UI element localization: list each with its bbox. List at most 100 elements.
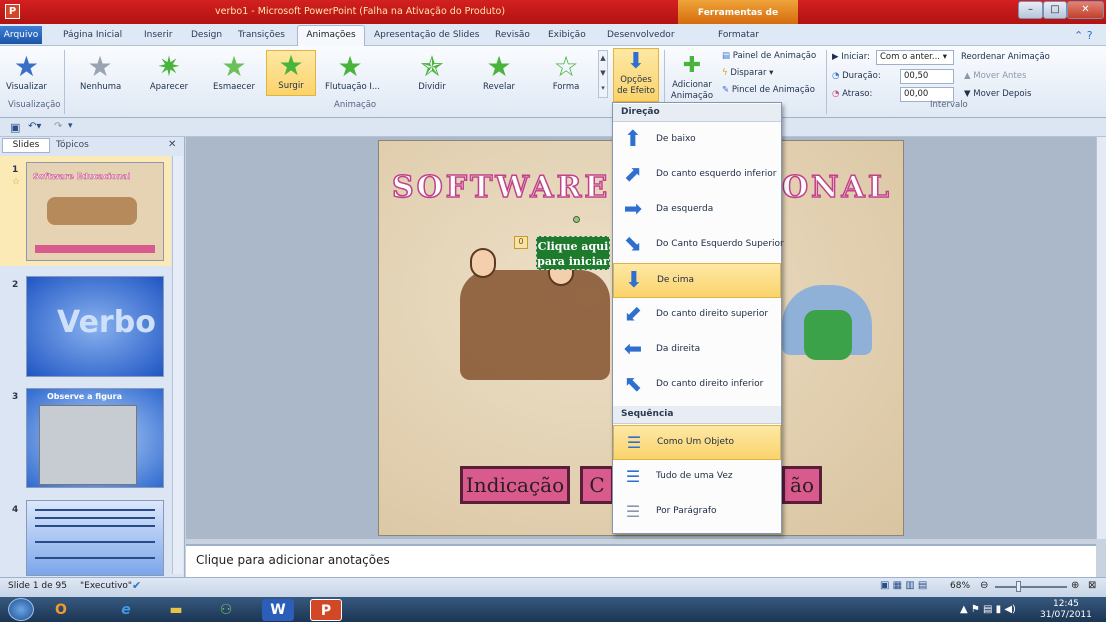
tab-arquivo[interactable]: Arquivo [0, 26, 42, 44]
gallery-scroll[interactable]: ▲ ▼ ▾ [598, 50, 608, 98]
sign-objetivo-partial[interactable]: C [580, 466, 614, 504]
tab-slides[interactable]: Slides [2, 138, 50, 153]
close-button[interactable]: ✕ [1067, 1, 1104, 19]
theme-name[interactable]: "Executivo" [80, 581, 132, 591]
direction-de-baixo[interactable]: ⬆ De baixo [613, 123, 781, 158]
internet-explorer-taskbar-icon[interactable]: e [110, 599, 142, 621]
slide-vertical-scrollbar[interactable] [1096, 137, 1106, 539]
effect-options-button[interactable]: ⬇ Opções de Efeito [613, 48, 659, 102]
thumbnail-slide-1[interactable]: Software Educacional [26, 162, 164, 261]
word-verb-figure[interactable] [460, 270, 610, 380]
animation-painter-button[interactable]: ✎ Pincel de Animação [722, 85, 815, 95]
spellcheck-icon[interactable]: ✔ [132, 579, 141, 592]
tab-inserir[interactable]: Inserir [144, 30, 173, 40]
anim-revelar[interactable]: ★ Revelar [481, 50, 517, 93]
anim-dividir[interactable]: ✯ Dividir [414, 52, 450, 93]
sign-indicacao[interactable]: Indicação [460, 466, 570, 504]
thumb-number: 2 [12, 280, 19, 290]
direction-da-esquerda[interactable]: ➡ Da esquerda [613, 193, 781, 228]
star-green-icon: ★ [486, 50, 512, 83]
direction-canto-esquerdo-superior[interactable]: ⬊ Do Canto Esquerdo Superior [613, 228, 784, 263]
thumbnail-slide-2[interactable]: Verbo [26, 276, 164, 377]
slide-title-left[interactable]: SOFTWARE [391, 169, 610, 206]
word-taskbar-icon[interactable]: W [262, 599, 294, 621]
save-icon[interactable]: ▣ [10, 121, 20, 134]
start-orb-icon[interactable] [8, 598, 34, 621]
anim-nenhuma[interactable]: ★ Nenhuma [80, 52, 121, 93]
maximize-button[interactable]: □ [1043, 1, 1067, 19]
start-button-shape[interactable]: Clique aqui para iniciar [536, 236, 610, 270]
anim-forma[interactable]: ☆ Forma [548, 52, 584, 93]
zoom-slider[interactable] [995, 586, 1067, 588]
direction-canto-esquerdo-inferior[interactable]: ⬈ Do canto esquerdo inferior [613, 158, 781, 193]
tab-formatar[interactable]: Formatar [718, 30, 759, 40]
sequence-como-um-objeto-selected[interactable]: ☰ Como Um Objeto [613, 425, 781, 460]
undo-icon[interactable]: ↶▾ [28, 121, 41, 132]
thumb-figure [47, 197, 137, 225]
animation-order-tag[interactable]: 0 [514, 236, 528, 249]
thumbnail-slide-4[interactable] [26, 500, 164, 576]
view-buttons-icon[interactable]: ▣ ▦ ▥ ▤ [880, 580, 927, 591]
duration-label: ◔ Duração: [832, 71, 881, 81]
trigger-button[interactable]: ϟ Disparar ▾ [722, 68, 773, 78]
redo-icon[interactable]: ↷ [54, 121, 62, 132]
tab-pagina-inicial[interactable]: Página Inicial [63, 30, 122, 40]
move-earlier-button[interactable]: ▲ Mover Antes [964, 71, 1026, 81]
tab-revisao[interactable]: Revisão [495, 30, 530, 40]
thumbnail-slide-3[interactable]: Observe a figura [26, 388, 164, 488]
customize-qat-icon[interactable]: ▾ [68, 121, 73, 131]
tab-outline[interactable]: Tópicos [56, 140, 89, 150]
anim-surgir-selected[interactable]: ★ Surgir [266, 50, 316, 96]
panel-scrollbar[interactable] [172, 156, 183, 574]
anim-esmaecer[interactable]: ★ Esmaecer [212, 52, 256, 93]
explorer-taskbar-icon[interactable]: ▬ [160, 599, 192, 621]
sequence-por-paragrafo[interactable]: ☰ Por Parágrafo [613, 495, 781, 530]
tab-exibicao[interactable]: Exibição [548, 30, 586, 40]
tab-design[interactable]: Design [191, 30, 222, 40]
sign-avaliacao-partial[interactable]: ão [782, 466, 822, 504]
title-bar [0, 0, 1106, 24]
outlook-taskbar-icon[interactable]: O [45, 599, 77, 621]
fit-to-window-icon[interactable]: ⊠ [1088, 580, 1096, 591]
tab-transicoes[interactable]: Transições [238, 30, 285, 40]
zoom-slider-thumb[interactable] [1016, 581, 1021, 592]
clock[interactable]: 12:45 31/07/2011 [1040, 599, 1092, 621]
arrow-down-icon: ⬇ [624, 268, 644, 293]
zoom-out-icon[interactable]: ⊖ [980, 580, 988, 591]
help-icon[interactable]: ⌃ ? [1074, 29, 1093, 42]
thumb-title: Verbo [57, 305, 156, 340]
anim-aparecer[interactable]: ✷ Aparecer [147, 52, 191, 93]
list-icon: ☰ [625, 502, 641, 521]
tab-apresentacao[interactable]: Apresentação de Slides [374, 30, 479, 40]
arrow-up-left-icon: ⬉ [623, 372, 643, 397]
slide-title-right: ONAL [781, 169, 892, 206]
minimize-button[interactable]: – [1018, 1, 1043, 19]
close-pane-icon[interactable]: ✕ [168, 139, 176, 150]
start-select[interactable]: Com o anter... ▾ [876, 50, 954, 65]
animation-pane-icon: ▤ [722, 51, 733, 61]
tab-desenvolvedor[interactable]: Desenvolvedor [607, 30, 675, 40]
sequence-tudo-de-uma-vez[interactable]: ☰ Tudo de uma Vez [613, 460, 781, 495]
animation-pane-button[interactable]: ▤ Painel de Animação [722, 51, 816, 61]
list-icon: ☰ [626, 433, 642, 452]
direction-canto-direito-inferior[interactable]: ⬉ Do canto direito inferior [613, 368, 781, 403]
direction-da-direita[interactable]: ⬅ Da direita [613, 333, 781, 368]
powerpoint-taskbar-icon[interactable]: P [310, 599, 342, 621]
move-later-button[interactable]: ▼ Mover Depois [964, 89, 1031, 99]
duration-input[interactable]: 00,50 [900, 69, 954, 84]
star-green-icon: ★ [337, 50, 363, 83]
direction-de-cima-selected[interactable]: ⬇ De cima [613, 263, 781, 298]
zoom-level[interactable]: 68% [950, 581, 970, 591]
tab-animacoes[interactable]: Animações [297, 25, 365, 46]
tray-icons[interactable]: ▲ ⚑ ▤ ▮ ◀) [960, 604, 1016, 615]
notes-placeholder: Clique para adicionar anotações [196, 553, 390, 567]
rotation-handle[interactable] [573, 216, 580, 223]
people-taskbar-icon[interactable]: ⚇ [210, 599, 242, 621]
powerpoint-app-icon[interactable]: P [5, 4, 20, 19]
direction-canto-direito-superior[interactable]: ⬋ Do canto direito superior [613, 298, 781, 333]
add-animation-button[interactable]: ✚ Adicionar Animação [668, 52, 716, 102]
zoom-in-icon[interactable]: ⊕ [1071, 580, 1079, 591]
start-label: ▶ Iniciar: [832, 52, 870, 62]
anim-flutuacao[interactable]: ★ Flutuação I... [325, 50, 380, 93]
preview-button[interactable]: ★ Visualizar [6, 52, 47, 93]
